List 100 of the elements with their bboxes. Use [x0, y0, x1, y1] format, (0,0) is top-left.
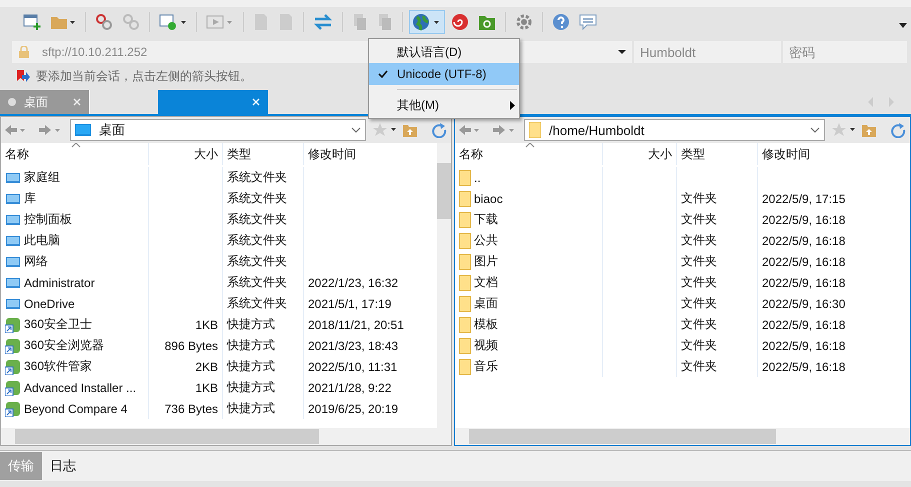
file-type: 系统文件夹: [227, 211, 287, 228]
file-size: 896 Bytes: [164, 338, 218, 352]
modified-time: 2022/5/9, 16:18: [762, 234, 846, 248]
modified-time: 2022/5/9, 16:18: [762, 360, 846, 374]
file-type: 文件夹: [681, 337, 717, 354]
column-header[interactable]: 修改时间: [304, 143, 437, 165]
file-name[interactable]: 360安全浏览器: [24, 337, 104, 354]
bookmark-arrow-icon: [16, 69, 30, 83]
play-caret-icon: [206, 13, 234, 31]
modified-time: 2022/5/9, 16:18: [762, 212, 846, 226]
password-field[interactable]: 密码: [783, 41, 907, 63]
horizontal-scrollbar[interactable]: [1, 428, 451, 445]
shortcut-app-icon: [5, 316, 21, 332]
column-header[interactable]: 修改时间: [758, 143, 910, 165]
path-field[interactable]: /home/Humboldt: [524, 119, 825, 141]
file-type: 系统文件夹: [227, 253, 287, 270]
column-header[interactable]: 类型: [677, 143, 758, 165]
folder-icon: [459, 212, 471, 228]
dot-icon: [8, 98, 16, 106]
overflow-caret-icon[interactable]: [899, 23, 907, 29]
file-type: 系统文件夹: [227, 190, 287, 207]
menu-item[interactable]: Unicode (UTF-8): [369, 63, 519, 85]
file-name[interactable]: 模板: [474, 316, 498, 333]
file-name[interactable]: biaoc: [474, 192, 503, 206]
file-name[interactable]: 音乐: [474, 358, 498, 375]
folder-icon: [459, 358, 471, 374]
file-type: 快捷方式: [227, 400, 275, 417]
file-name[interactable]: 网络: [24, 253, 48, 270]
shortcut-app-icon: [5, 358, 21, 374]
folder-app-icon: [478, 13, 496, 31]
column-header[interactable]: 大小: [603, 143, 677, 165]
file-name[interactable]: 控制面板: [24, 211, 72, 228]
menu-item[interactable]: 其他(M): [369, 94, 519, 116]
bookmark-home-refresh-icon[interactable]: [831, 122, 907, 138]
file-type: 文件夹: [681, 274, 717, 291]
folder-icon: [459, 232, 471, 248]
swap-arrows-icon: [313, 13, 333, 31]
file-type: 文件夹: [681, 232, 717, 249]
modified-time: 2022/5/9, 17:15: [762, 192, 846, 206]
file-name[interactable]: 家庭组: [24, 169, 60, 186]
file-type: 系统文件夹: [227, 295, 287, 312]
folder-icon: [459, 274, 471, 290]
close-icon[interactable]: [73, 98, 81, 106]
spiral-icon: [451, 13, 469, 31]
panel-tab[interactable]: 日志: [42, 452, 84, 480]
file-name[interactable]: Beyond Compare 4: [24, 402, 128, 416]
file-type: 快捷方式: [227, 379, 275, 396]
modified-time: 2022/1/23, 16:32: [308, 276, 398, 290]
file-type: 文件夹: [681, 253, 717, 270]
file-name[interactable]: OneDrive: [24, 296, 75, 310]
file-name[interactable]: 库: [24, 190, 36, 207]
folder-icon: [459, 316, 471, 332]
file-name[interactable]: Advanced Installer ...: [24, 380, 136, 394]
path-field[interactable]: 桌面: [70, 119, 366, 141]
folder-icon: [459, 190, 471, 206]
column-header[interactable]: 名称: [1, 143, 149, 165]
file-type: 系统文件夹: [227, 274, 287, 291]
vertical-scrollbar[interactable]: [437, 143, 451, 428]
file-name[interactable]: 文档: [474, 274, 498, 291]
copy-icon: [377, 13, 393, 31]
menu-item[interactable]: 默认语言(D): [369, 41, 519, 63]
file-name[interactable]: Administrator: [24, 276, 95, 290]
folder-icon: [459, 296, 471, 312]
file-name[interactable]: 此电脑: [24, 232, 60, 249]
document-icon: [278, 13, 294, 31]
file-name[interactable]: 360软件管家: [24, 358, 92, 375]
file-type: 文件夹: [681, 190, 717, 207]
file-name[interactable]: ..: [474, 170, 481, 184]
column-header[interactable]: 类型: [223, 143, 304, 165]
modified-time: 2021/3/23, 18:43: [308, 338, 398, 352]
file-type: 系统文件夹: [227, 232, 287, 249]
modified-time: 2022/5/9, 16:30: [762, 296, 846, 310]
file-type: 快捷方式: [227, 337, 275, 354]
horizontal-scrollbar[interactable]: [455, 428, 910, 445]
file-name[interactable]: 图片: [474, 253, 498, 270]
file-type: 文件夹: [681, 295, 717, 312]
lock-icon: [18, 46, 30, 58]
file-size: 736 Bytes: [164, 402, 218, 416]
file-type: 文件夹: [681, 211, 717, 228]
link-icon: [122, 13, 140, 31]
file-name[interactable]: 桌面: [474, 295, 498, 312]
modified-time: 2022/5/9, 16:18: [762, 338, 846, 352]
modified-time: 2018/11/21, 20:51: [308, 318, 404, 332]
file-name[interactable]: 视频: [474, 337, 498, 354]
encoding-button[interactable]: [409, 10, 445, 34]
bookmark-home-refresh-icon[interactable]: [372, 122, 448, 138]
file-name[interactable]: 公共: [474, 232, 498, 249]
file-size: 1KB: [195, 380, 218, 394]
chevron-down-icon: [810, 127, 820, 133]
tab-scroll-arrows-icon[interactable]: [867, 96, 897, 108]
file-type: 系统文件夹: [227, 169, 287, 186]
modified-time: 2022/5/9, 16:18: [762, 254, 846, 268]
hint-text: 要添加当前会话，点击左侧的箭头按钮。: [36, 68, 252, 84]
file-type: 文件夹: [681, 316, 717, 333]
shortcut-app-icon: [5, 380, 21, 396]
column-header[interactable]: 大小: [149, 143, 223, 165]
file-name[interactable]: 360安全卫士: [24, 316, 92, 333]
file-name[interactable]: 下载: [474, 211, 498, 228]
document-icon: [253, 13, 269, 31]
column-header[interactable]: 名称: [455, 143, 603, 165]
